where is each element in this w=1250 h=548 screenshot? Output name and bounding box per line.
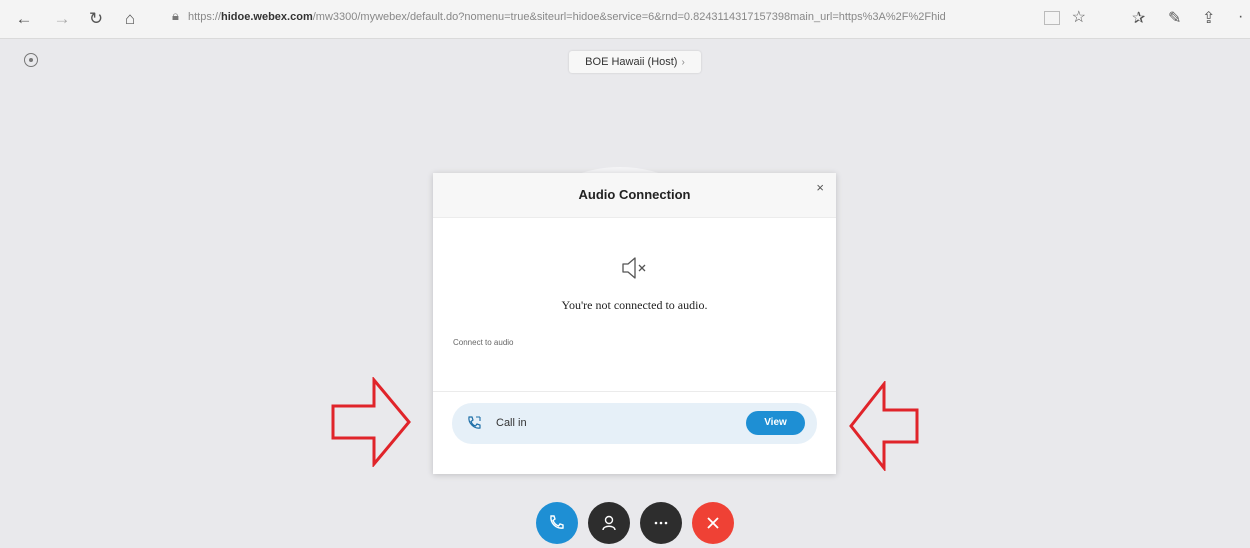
browser-toolbar: ← → ↻ ⌂ 🔒︎ https://hidoe.webex.com/mw330… bbox=[0, 0, 1250, 39]
notes-icon[interactable]: ✎ bbox=[1168, 8, 1181, 28]
chevron-right-icon: › bbox=[681, 57, 685, 68]
back-icon[interactable]: ← bbox=[12, 7, 36, 31]
dialog-header: Audio Connection × bbox=[433, 173, 836, 218]
call-in-option[interactable]: Call in View bbox=[452, 403, 817, 444]
refresh-icon[interactable]: ↻ bbox=[84, 7, 108, 31]
forward-icon[interactable]: → bbox=[50, 7, 74, 31]
ellipsis-icon bbox=[654, 521, 668, 525]
close-icon[interactable]: × bbox=[816, 180, 824, 195]
left-red-arrow-annotation bbox=[331, 377, 411, 467]
favorite-star-icon[interactable]: ☆ bbox=[1072, 7, 1086, 27]
call-in-label: Call in bbox=[496, 417, 527, 429]
favorites-icon[interactable]: ✰ bbox=[1132, 8, 1145, 28]
info-icon[interactable] bbox=[24, 53, 38, 67]
home-icon[interactable]: ⌂ bbox=[118, 7, 142, 31]
audio-button[interactable] bbox=[536, 502, 578, 544]
more-icon[interactable]: · bbox=[1238, 8, 1243, 26]
right-arrow-shape bbox=[849, 381, 919, 471]
right-red-arrow-annotation bbox=[849, 381, 919, 471]
divider bbox=[433, 391, 836, 392]
audio-connection-dialog: Audio Connection × You're not connected … bbox=[433, 173, 836, 474]
speaker-muted-icon bbox=[622, 257, 646, 279]
close-icon bbox=[707, 517, 719, 529]
dialog-title: Audio Connection bbox=[578, 187, 691, 202]
meeting-title[interactable]: BOE Hawaii (Host) › bbox=[569, 51, 701, 73]
url-text[interactable]: https://hidoe.webex.com/mw3300/mywebex/d… bbox=[188, 11, 1038, 23]
address-bar[interactable]: 🔒︎ https://hidoe.webex.com/mw3300/mywebe… bbox=[168, 6, 1098, 30]
participants-button[interactable] bbox=[588, 502, 630, 544]
phone-icon bbox=[468, 416, 481, 429]
end-meeting-button[interactable] bbox=[692, 502, 734, 544]
audio-status-text: You're not connected to audio. bbox=[561, 298, 708, 312]
view-button[interactable]: View bbox=[746, 411, 805, 435]
person-icon bbox=[602, 515, 616, 531]
lock-icon: 🔒︎ bbox=[172, 8, 179, 23]
left-arrow-shape bbox=[331, 377, 411, 467]
section-label: Connect to audio bbox=[453, 338, 514, 347]
share-icon[interactable]: ⇪ bbox=[1202, 8, 1215, 28]
reading-view-icon[interactable] bbox=[1044, 11, 1060, 25]
phone-icon bbox=[550, 515, 564, 529]
more-options-button[interactable] bbox=[640, 502, 682, 544]
